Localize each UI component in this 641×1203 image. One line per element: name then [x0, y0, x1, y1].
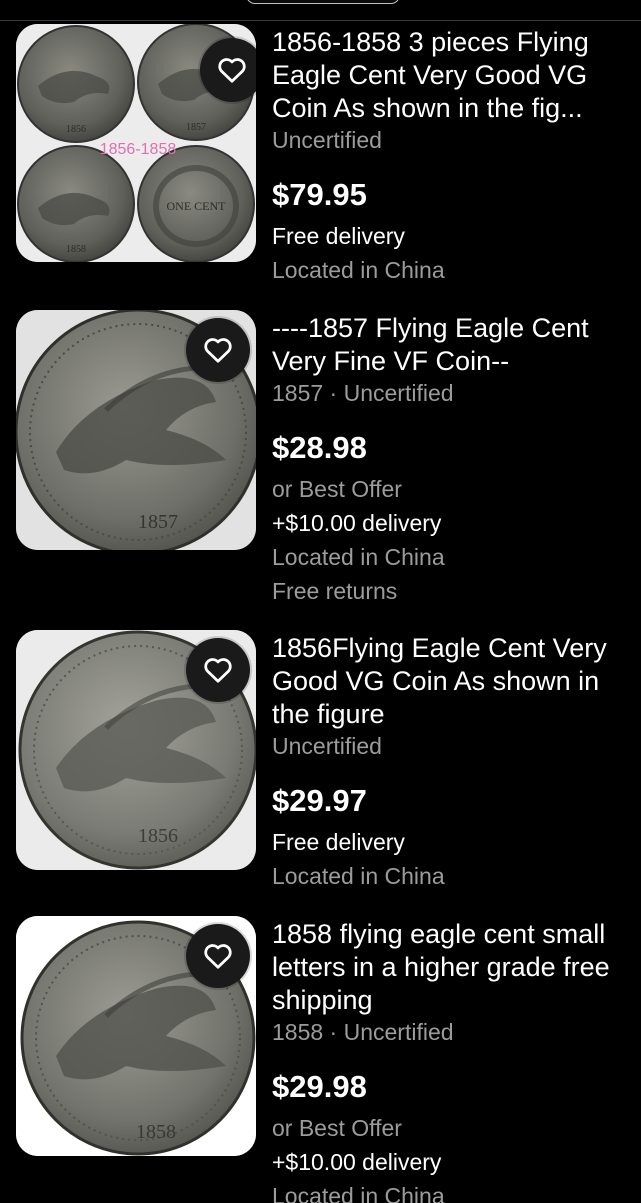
- listing-offer: or Best Offer: [272, 1115, 402, 1141]
- coin-year-label: 1857: [138, 511, 178, 533]
- listing-image[interactable]: 1856: [16, 630, 256, 870]
- pull-handle[interactable]: [246, 0, 400, 4]
- watch-button[interactable]: [200, 38, 256, 102]
- listing-title[interactable]: 1856Flying Eagle Cent Very Good VG Coin …: [272, 632, 632, 731]
- coin-year-label: 1858: [66, 244, 86, 255]
- listing-info: 1856-1858 3 pieces Flying Eagle Cent Ver…: [272, 26, 632, 287]
- listing-condition: 1858 · Uncertified: [272, 1019, 454, 1045]
- coin-year-label: 1857: [186, 122, 206, 133]
- top-divider: [0, 20, 641, 21]
- listing-returns: Free returns: [272, 578, 398, 604]
- watch-button[interactable]: [186, 924, 250, 988]
- top-bar: [0, 0, 641, 22]
- heart-icon: [204, 658, 232, 683]
- heart-icon: [204, 944, 232, 969]
- listing-info: ----1857 Flying Eagle Cent Very Fine VF …: [272, 312, 632, 608]
- listing-delivery: Free delivery: [272, 223, 405, 249]
- listing-card[interactable]: 1857 ----1857 Flying Eagle Cent Very Fin…: [0, 310, 641, 610]
- listing-image[interactable]: 1857: [16, 310, 256, 550]
- listing-price: $79.95: [272, 177, 367, 212]
- listing-location: Located in China: [272, 863, 445, 889]
- listing-location: Located in China: [272, 544, 445, 570]
- listing-price: $29.98: [272, 1069, 367, 1104]
- coin-year-label: 1856: [138, 825, 178, 847]
- coin-year-label: 1858: [136, 1121, 176, 1143]
- listing-image[interactable]: 1856 1857 1858 ONE CENT 1856-1858: [16, 24, 256, 262]
- heart-icon: [218, 58, 246, 83]
- listing-image[interactable]: 1858: [16, 916, 256, 1156]
- listing-delivery: +$10.00 delivery: [272, 510, 442, 536]
- listing-title[interactable]: 1856-1858 3 pieces Flying Eagle Cent Ver…: [272, 26, 632, 125]
- listing-location: Located in China: [272, 1183, 445, 1203]
- listing-condition: 1857 · Uncertified: [272, 380, 454, 406]
- heart-icon: [204, 338, 232, 363]
- listing-card[interactable]: 1856 1857 1858 ONE CENT 1856-1858 1856-1…: [0, 22, 641, 290]
- listing-info: 1858 flying eagle cent small letters in …: [272, 918, 632, 1203]
- watch-button[interactable]: [186, 318, 250, 382]
- image-overlay-label: 1856-1858: [100, 141, 177, 158]
- listing-title[interactable]: ----1857 Flying Eagle Cent Very Fine VF …: [272, 312, 632, 378]
- listing-condition: Uncertified: [272, 733, 382, 759]
- listing-price: $29.97: [272, 783, 367, 818]
- listing-card[interactable]: 1858 1858 flying eagle cent small letter…: [0, 914, 641, 1203]
- coin-year-label: 1856: [66, 124, 86, 135]
- listing-location: Located in China: [272, 257, 445, 283]
- listing-delivery: +$10.00 delivery: [272, 1149, 442, 1175]
- listing-price: $28.98: [272, 430, 367, 465]
- listing-title[interactable]: 1858 flying eagle cent small letters in …: [272, 918, 632, 1017]
- listing-offer: or Best Offer: [272, 476, 402, 502]
- coin-reverse-text: ONE CENT: [167, 199, 227, 213]
- listing-delivery: Free delivery: [272, 829, 405, 855]
- watch-button[interactable]: [186, 638, 250, 702]
- listing-info: 1856Flying Eagle Cent Very Good VG Coin …: [272, 632, 632, 893]
- listing-card[interactable]: 1856 1856Flying Eagle Cent Very Good VG …: [0, 628, 641, 898]
- listing-condition: Uncertified: [272, 127, 382, 153]
